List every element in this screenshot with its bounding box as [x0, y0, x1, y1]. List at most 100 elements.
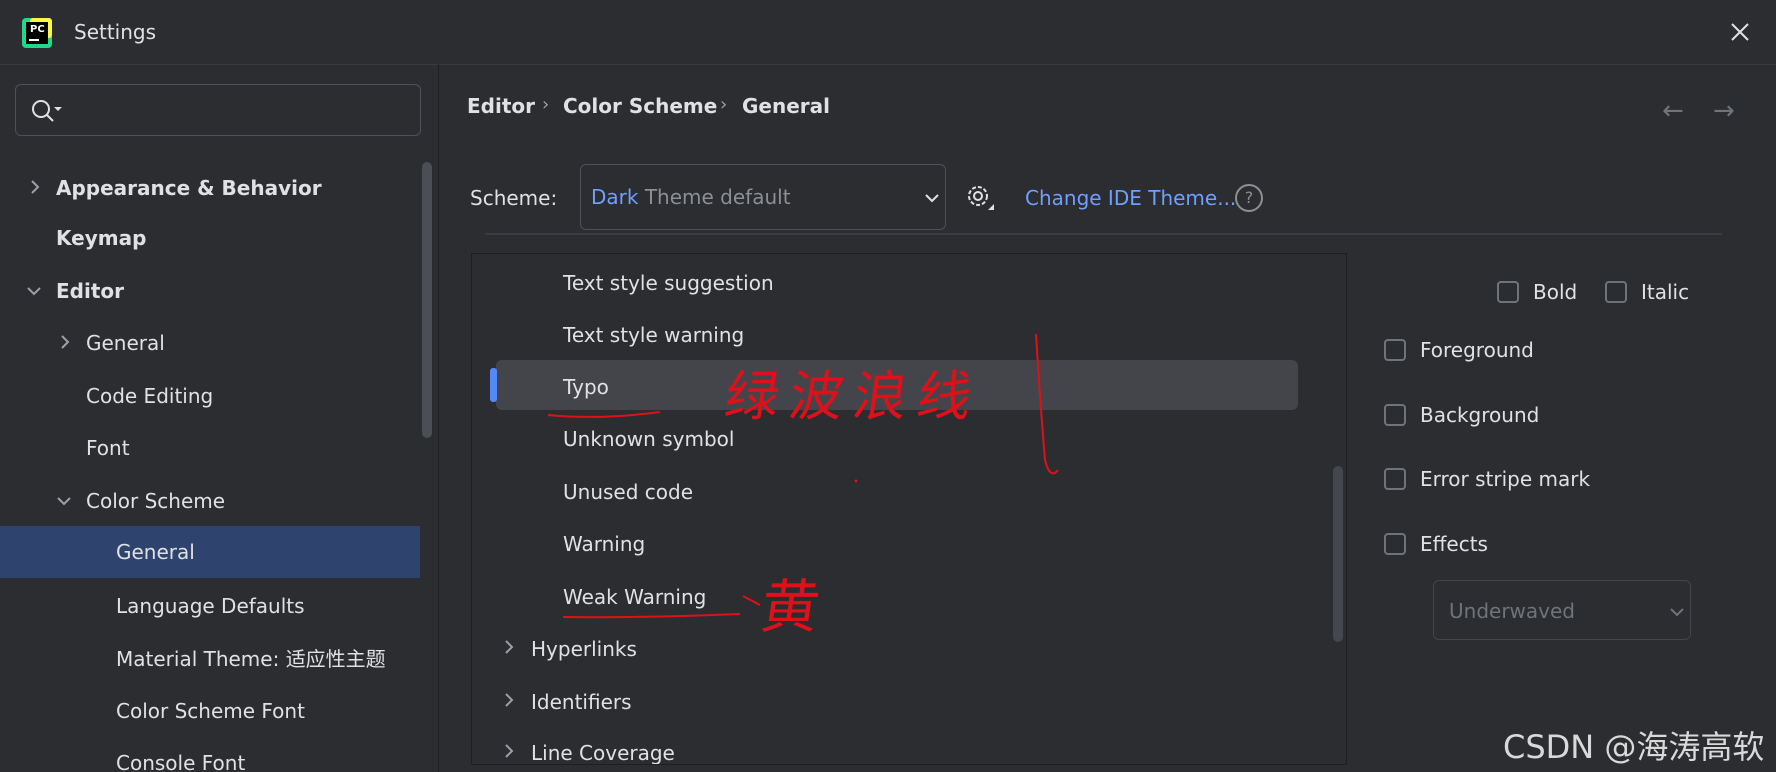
sidebar-item-label: Color Scheme Font — [116, 699, 305, 723]
sidebar-item-label: General — [86, 331, 165, 355]
sidebar-item-font[interactable]: Font — [0, 424, 420, 472]
error-stripe-checkbox[interactable] — [1384, 468, 1406, 490]
sidebar-item-label: Font — [86, 436, 130, 460]
sidebar-item-material-theme[interactable]: Material Theme: 适应性主题 — [0, 633, 420, 681]
sidebar-item-label: General — [116, 540, 195, 564]
chevron-down-icon — [27, 287, 41, 296]
background-checkbox-row[interactable]: Background — [1384, 403, 1539, 427]
annotation-typo-note: 绿波浪线 — [720, 365, 986, 428]
error-stripe-label: Error stripe mark — [1420, 467, 1591, 491]
scheme-value-accent: Dark — [591, 185, 639, 209]
breadcrumb-general[interactable]: General — [742, 94, 830, 118]
sidebar-item-editor-general[interactable]: General — [0, 319, 420, 367]
foreground-checkbox[interactable] — [1384, 339, 1406, 361]
chevron-right-icon — [61, 335, 70, 349]
effects-label: Effects — [1420, 532, 1488, 556]
chevron-right-icon — [505, 693, 514, 707]
error-stripe-checkbox-row[interactable]: Error stripe mark — [1384, 467, 1590, 491]
tree-item-label: Warning — [563, 532, 646, 556]
bold-checkbox-row[interactable]: Bold — [1497, 280, 1577, 304]
breadcrumb-separator-icon: › — [542, 94, 550, 115]
color-scheme-tree[interactable]: Text style suggestion Text style warning… — [471, 253, 1347, 765]
chevron-down-icon — [925, 194, 939, 203]
sidebar-item-label: Color Scheme — [86, 489, 226, 513]
tree-scrollbar-thumb[interactable] — [1333, 466, 1343, 642]
tree-item-label: Line Coverage — [531, 741, 675, 765]
title-bar: PC Settings — [0, 0, 1776, 65]
sidebar-item-label: Appearance & Behavior — [56, 176, 322, 200]
app-icon-text: PC — [30, 24, 45, 35]
chevron-down-icon — [57, 497, 71, 506]
chevron-down-icon — [1670, 608, 1684, 617]
background-checkbox[interactable] — [1384, 404, 1406, 426]
sidebar-item-color-scheme[interactable]: Color Scheme — [0, 477, 420, 525]
close-icon[interactable] — [1726, 18, 1754, 46]
effect-type-value: Underwaved — [1449, 599, 1575, 623]
effects-checkbox[interactable] — [1384, 533, 1406, 555]
italic-label: Italic — [1641, 280, 1690, 304]
sidebar: Appearance & Behavior Keymap Editor Gene… — [0, 160, 420, 772]
sidebar-item-label: Code Editing — [86, 384, 214, 408]
sidebar-item-label: Material Theme: 适应性主题 — [116, 646, 386, 671]
italic-checkbox[interactable] — [1605, 281, 1627, 303]
chevron-right-icon — [505, 744, 514, 758]
bold-checkbox[interactable] — [1497, 281, 1519, 303]
change-ide-theme-link[interactable]: Change IDE Theme... — [1025, 186, 1236, 210]
tree-item-warning[interactable]: Warning — [472, 519, 1346, 569]
tree-item-label: Text style warning — [563, 323, 745, 347]
scheme-label: Scheme: — [470, 186, 558, 210]
sidebar-scrollbar-thumb[interactable] — [422, 162, 432, 438]
tree-item-label: Hyperlinks — [531, 637, 637, 661]
settings-search-box[interactable] — [15, 84, 421, 136]
back-arrow-icon[interactable]: ← — [1662, 96, 1684, 126]
tree-item-text-style-suggestion[interactable]: Text style suggestion — [472, 258, 1346, 308]
sidebar-item-color-scheme-general[interactable]: General — [0, 526, 420, 578]
effect-type-dropdown[interactable]: Underwaved — [1433, 580, 1691, 640]
tree-item-label: Identifiers — [531, 690, 632, 714]
sidebar-item-label: Keymap — [56, 226, 147, 250]
tree-item-label: Text style suggestion — [563, 271, 774, 295]
annotation-weak-warning-note: 黄 — [756, 573, 825, 641]
panel-divider — [438, 64, 439, 772]
tree-item-hyperlinks[interactable]: Hyperlinks — [472, 624, 1346, 674]
effects-checkbox-row[interactable]: Effects — [1384, 532, 1488, 556]
sidebar-item-label: Language Defaults — [116, 594, 305, 618]
watermark: CSDN @海涛高软 — [1503, 728, 1765, 766]
tree-item-label: Weak Warning — [563, 585, 707, 609]
gear-icon[interactable] — [964, 182, 996, 214]
sidebar-item-appearance-behavior[interactable]: Appearance & Behavior — [0, 164, 420, 212]
sidebar-item-label: Editor — [56, 279, 124, 303]
foreground-label: Foreground — [1420, 338, 1534, 362]
sidebar-item-language-defaults[interactable]: Language Defaults — [0, 582, 420, 630]
section-separator — [485, 233, 1722, 235]
tree-item-label: Typo — [563, 375, 609, 399]
search-input[interactable] — [78, 91, 412, 131]
tree-item-unused-code[interactable]: Unused code — [472, 467, 1346, 517]
forward-arrow-icon[interactable]: → — [1713, 96, 1735, 126]
background-label: Background — [1420, 403, 1540, 427]
sidebar-item-editor[interactable]: Editor — [0, 267, 420, 315]
tree-item-weak-warning[interactable]: Weak Warning — [472, 572, 1346, 622]
tree-item-line-coverage[interactable]: Line Coverage — [472, 728, 1346, 765]
sidebar-item-keymap[interactable]: Keymap — [0, 214, 420, 262]
chevron-right-icon — [505, 640, 514, 654]
help-icon[interactable]: ? — [1235, 184, 1263, 212]
scheme-dropdown[interactable]: Dark Theme default — [580, 164, 946, 230]
sidebar-item-code-editing[interactable]: Code Editing — [0, 372, 420, 420]
window-title: Settings — [74, 20, 157, 44]
chevron-right-icon — [31, 180, 40, 194]
tree-item-identifiers[interactable]: Identifiers — [472, 677, 1346, 727]
breadcrumb-editor[interactable]: Editor — [467, 94, 535, 118]
breadcrumb-color-scheme[interactable]: Color Scheme — [563, 94, 717, 118]
sidebar-item-label: Console Font — [116, 751, 246, 772]
sidebar-item-console-font[interactable]: Console Font — [0, 739, 420, 772]
tree-item-label: Unknown symbol — [563, 427, 735, 451]
foreground-checkbox-row[interactable]: Foreground — [1384, 338, 1534, 362]
italic-checkbox-row[interactable]: Italic — [1605, 280, 1689, 304]
breadcrumb-separator-icon: › — [720, 94, 728, 115]
scheme-value-rest: Theme default — [638, 185, 791, 209]
scheme-value: Dark Theme default — [591, 185, 791, 209]
sidebar-item-color-scheme-font[interactable]: Color Scheme Font — [0, 687, 420, 735]
bold-label: Bold — [1533, 280, 1578, 304]
tree-item-label: Unused code — [563, 480, 693, 504]
